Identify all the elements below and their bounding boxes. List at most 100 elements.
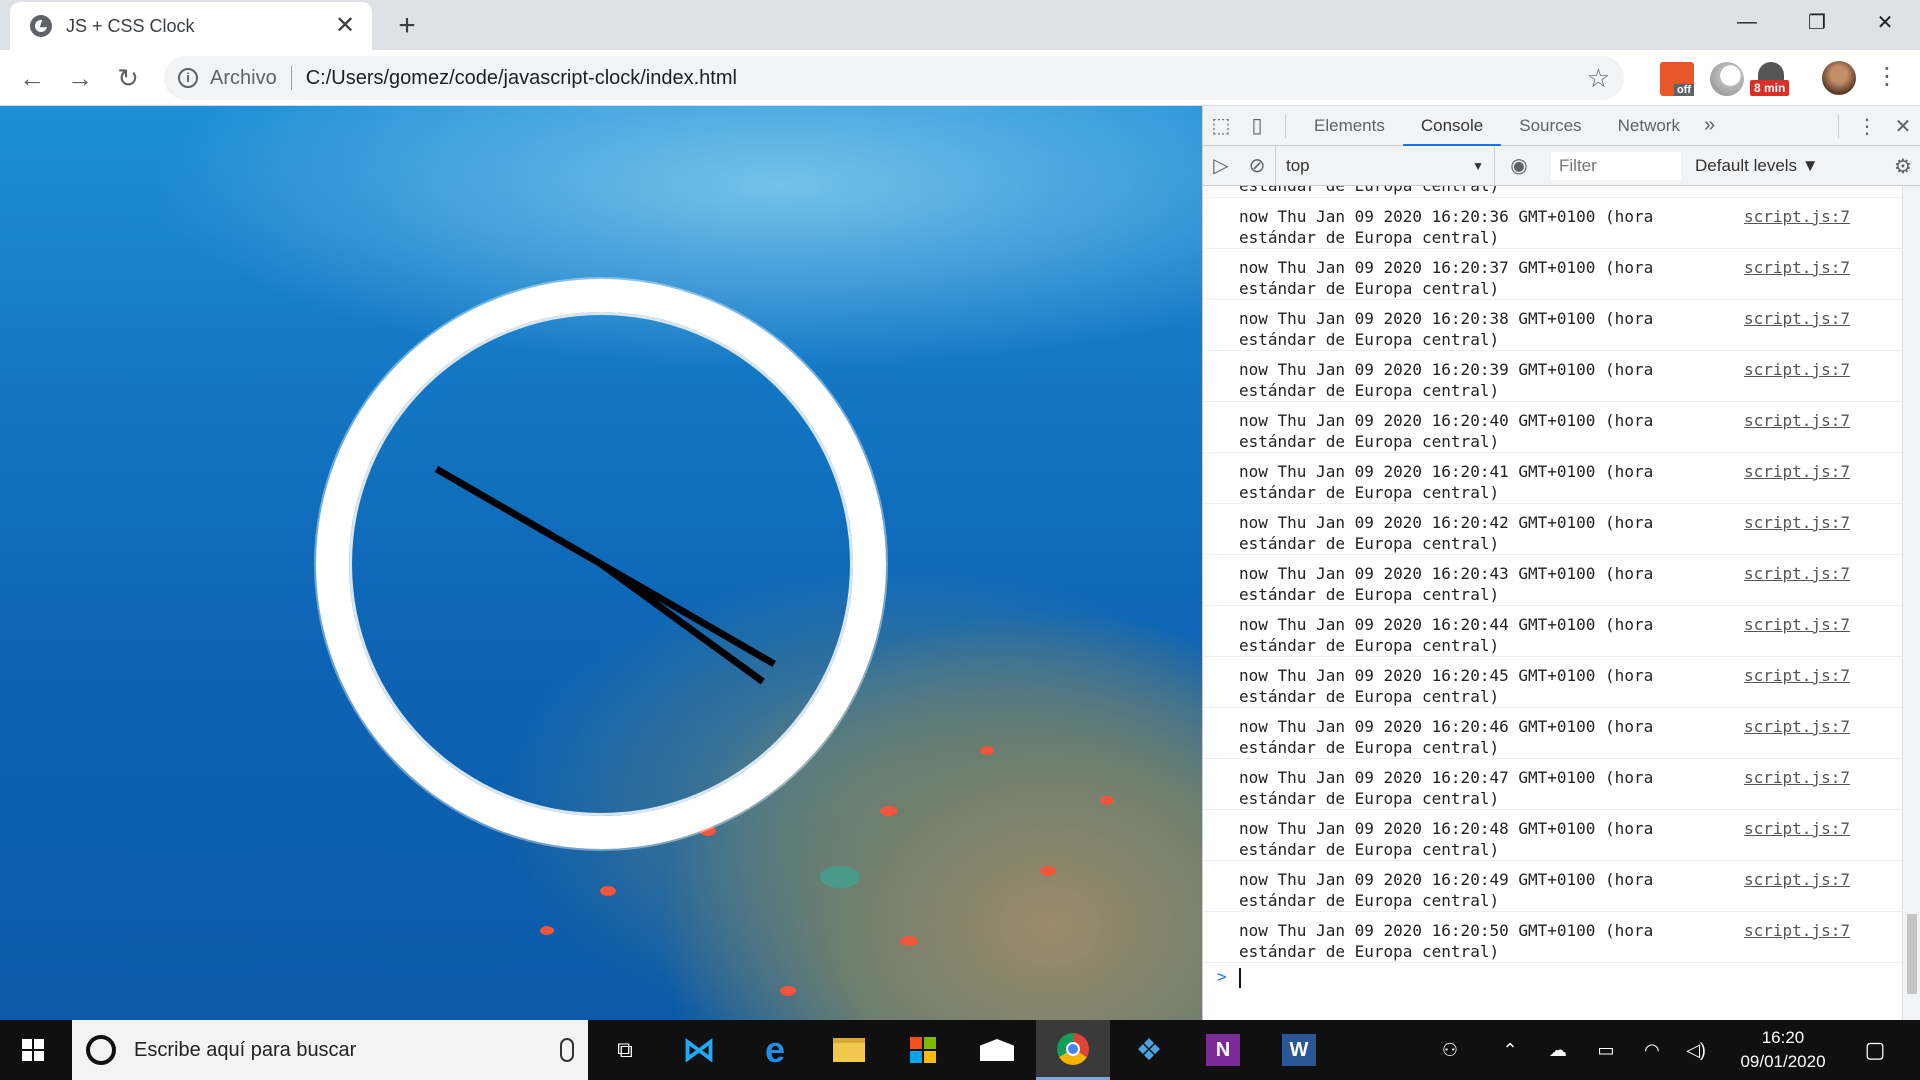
console-message: now Thu Jan 09 2020 16:20:37 GMT+0100 (h… xyxy=(1203,249,1903,300)
office-extension-badge: off xyxy=(1673,84,1694,96)
notifications-icon[interactable]: ▢ xyxy=(1850,1020,1900,1080)
console-source-link[interactable]: script.js:7 xyxy=(1744,410,1850,431)
chevron-down-icon: ▼ xyxy=(1472,158,1484,173)
console-message-line2: estándar de Europa central) xyxy=(1239,636,1500,655)
bookmark-star-icon[interactable]: ☆ xyxy=(1587,63,1610,94)
console-message: now Thu Jan 09 2020 16:20:39 GMT+0100 (h… xyxy=(1203,351,1903,402)
dev-tool-app-icon[interactable]: ❖ xyxy=(1112,1020,1186,1080)
console-message-text: estándar de Europa central) xyxy=(1239,186,1903,196)
console-source-link[interactable]: script.js:7 xyxy=(1744,512,1850,533)
console-source-link[interactable]: script.js:7 xyxy=(1744,818,1850,839)
taskbar-date: 09/01/2020 xyxy=(1740,1052,1826,1071)
console-message: now Thu Jan 09 2020 16:20:48 GMT+0100 (h… xyxy=(1203,810,1903,861)
devtools-close-icon[interactable]: ✕ xyxy=(1885,106,1920,146)
console-prompt[interactable]: > xyxy=(1203,963,1903,993)
console-source-link[interactable]: script.js:7 xyxy=(1744,614,1850,635)
console-source-link[interactable]: script.js:7 xyxy=(1744,767,1850,788)
tab-close-icon[interactable]: ✕ xyxy=(332,13,358,39)
forward-button[interactable]: → xyxy=(60,58,100,98)
console-message-list: now Thu Jan 09 2020 16:20:36 GMT+0100 (h… xyxy=(1203,198,1903,963)
devtools-panel: ⬚ ▯ Elements Console Sources Network » ⋮… xyxy=(1202,106,1920,1020)
chrome-icon[interactable] xyxy=(1036,1020,1110,1080)
inspect-element-icon[interactable]: ⬚ xyxy=(1203,106,1239,146)
console-message: now Thu Jan 09 2020 16:20:38 GMT+0100 (h… xyxy=(1203,300,1903,351)
context-label: top xyxy=(1286,155,1310,175)
log-levels-dropdown[interactable]: Default levels ▼ xyxy=(1695,156,1819,176)
file-explorer-icon[interactable] xyxy=(812,1020,886,1080)
console-source-link[interactable]: script.js:7 xyxy=(1744,716,1850,737)
store-icon[interactable] xyxy=(886,1020,960,1080)
back-button[interactable]: ← xyxy=(12,58,52,98)
onenote-icon[interactable]: N xyxy=(1186,1020,1260,1080)
console-message-line2: estándar de Europa central) xyxy=(1239,279,1500,298)
clock-hands xyxy=(434,465,776,685)
restore-button[interactable]: ❐ xyxy=(1782,0,1852,44)
mail-icon[interactable] xyxy=(960,1020,1034,1080)
console-message: now Thu Jan 09 2020 16:20:49 GMT+0100 (h… xyxy=(1203,861,1903,912)
moon-extension-icon[interactable] xyxy=(1710,62,1744,96)
security-chip[interactable]: Archivo xyxy=(210,67,277,90)
context-selector[interactable]: top ▼ xyxy=(1275,145,1495,186)
console-source-link[interactable]: script.js:7 xyxy=(1744,359,1850,380)
browser-menu-icon[interactable]: ⋮ xyxy=(1875,62,1899,91)
globe-icon xyxy=(30,15,52,37)
devtools-separator xyxy=(1285,113,1286,138)
console-message: now Thu Jan 09 2020 16:20:43 GMT+0100 (h… xyxy=(1203,555,1903,606)
console-source-link[interactable]: script.js:7 xyxy=(1744,563,1850,584)
console-message-line2: estándar de Europa central) xyxy=(1239,687,1500,706)
address-bar[interactable]: i Archivo C:/Users/gomez/code/javascript… xyxy=(164,56,1624,100)
devtools-menu-icon[interactable]: ⋮ xyxy=(1849,106,1885,146)
word-icon[interactable]: W xyxy=(1262,1020,1336,1080)
console-source-link[interactable]: script.js:7 xyxy=(1744,665,1850,686)
tab-network[interactable]: Network xyxy=(1600,106,1698,146)
new-tab-button[interactable]: + xyxy=(390,9,424,43)
sidebar-toggle-icon[interactable]: ▷ xyxy=(1203,146,1239,186)
clear-console-icon[interactable]: ⊘ xyxy=(1239,146,1275,186)
info-icon[interactable]: i xyxy=(178,68,198,88)
console-scrollbar[interactable] xyxy=(1902,186,1920,1020)
filter-input[interactable] xyxy=(1551,151,1681,180)
devtools-tablist: Elements Console Sources Network xyxy=(1296,106,1698,146)
console-source-link[interactable]: script.js:7 xyxy=(1744,308,1850,329)
browser-tabstrip: JS + CSS Clock ✕ + — ❐ ✕ xyxy=(0,0,1920,50)
console-source-link[interactable]: script.js:7 xyxy=(1744,461,1850,482)
url-text[interactable]: C:/Users/gomez/code/javascript-clock/ind… xyxy=(306,67,1587,90)
second-hand xyxy=(598,561,765,685)
task-view-icon[interactable]: ⧉ xyxy=(588,1020,662,1080)
console-source-link[interactable]: script.js:7 xyxy=(1744,869,1850,890)
console-source-link[interactable]: script.js:7 xyxy=(1744,257,1850,278)
office-extension-icon[interactable]: off xyxy=(1660,62,1694,96)
wifi-icon[interactable]: ◠ xyxy=(1632,1020,1672,1080)
browser-tab[interactable]: JS + CSS Clock ✕ xyxy=(10,2,372,50)
window-close-button[interactable]: ✕ xyxy=(1850,0,1920,44)
tab-elements[interactable]: Elements xyxy=(1296,106,1403,146)
more-tabs-icon[interactable]: » xyxy=(1704,114,1715,137)
console-source-link[interactable]: script.js:7 xyxy=(1744,206,1850,227)
profile-avatar[interactable] xyxy=(1822,61,1856,95)
console-message: now Thu Jan 09 2020 16:20:40 GMT+0100 (h… xyxy=(1203,402,1903,453)
edge-icon[interactable]: e xyxy=(738,1020,812,1080)
chevron-up-icon[interactable]: ⌃ xyxy=(1490,1020,1530,1080)
onedrive-cloud-icon[interactable]: ☁ xyxy=(1536,1020,1580,1080)
windows-start-icon[interactable] xyxy=(22,1039,44,1061)
volume-icon[interactable]: ◁) xyxy=(1676,1020,1716,1080)
tab-console[interactable]: Console xyxy=(1402,106,1502,146)
device-toolbar-icon[interactable]: ▯ xyxy=(1239,106,1275,146)
console-message: now Thu Jan 09 2020 16:20:45 GMT+0100 (h… xyxy=(1203,657,1903,708)
vscode-icon[interactable]: ⋈ xyxy=(662,1020,736,1080)
minimize-button[interactable]: — xyxy=(1712,0,1782,44)
live-expression-eye-icon[interactable]: ◉ xyxy=(1495,146,1543,186)
taskbar-search-box[interactable]: Escribe aquí para buscar xyxy=(72,1020,588,1080)
gear-icon[interactable]: ⚙ xyxy=(1885,146,1920,186)
console-message-line2: estándar de Europa central) xyxy=(1239,534,1500,553)
tab-sources[interactable]: Sources xyxy=(1501,106,1599,146)
taskbar-clock[interactable]: 16:20 09/01/2020 xyxy=(1718,1026,1848,1074)
reload-button[interactable]: ↻ xyxy=(108,58,148,98)
taskbar-time: 16:20 xyxy=(1761,1028,1805,1047)
timer-extension-icon[interactable]: 8 min xyxy=(1750,62,1794,96)
microphone-icon[interactable] xyxy=(560,1038,574,1062)
people-icon[interactable]: ⚇ xyxy=(1430,1020,1470,1080)
console-source-link[interactable]: script.js:7 xyxy=(1744,920,1850,941)
battery-icon[interactable]: ▭ xyxy=(1584,1020,1628,1080)
scrollbar-thumb[interactable] xyxy=(1907,914,1917,994)
